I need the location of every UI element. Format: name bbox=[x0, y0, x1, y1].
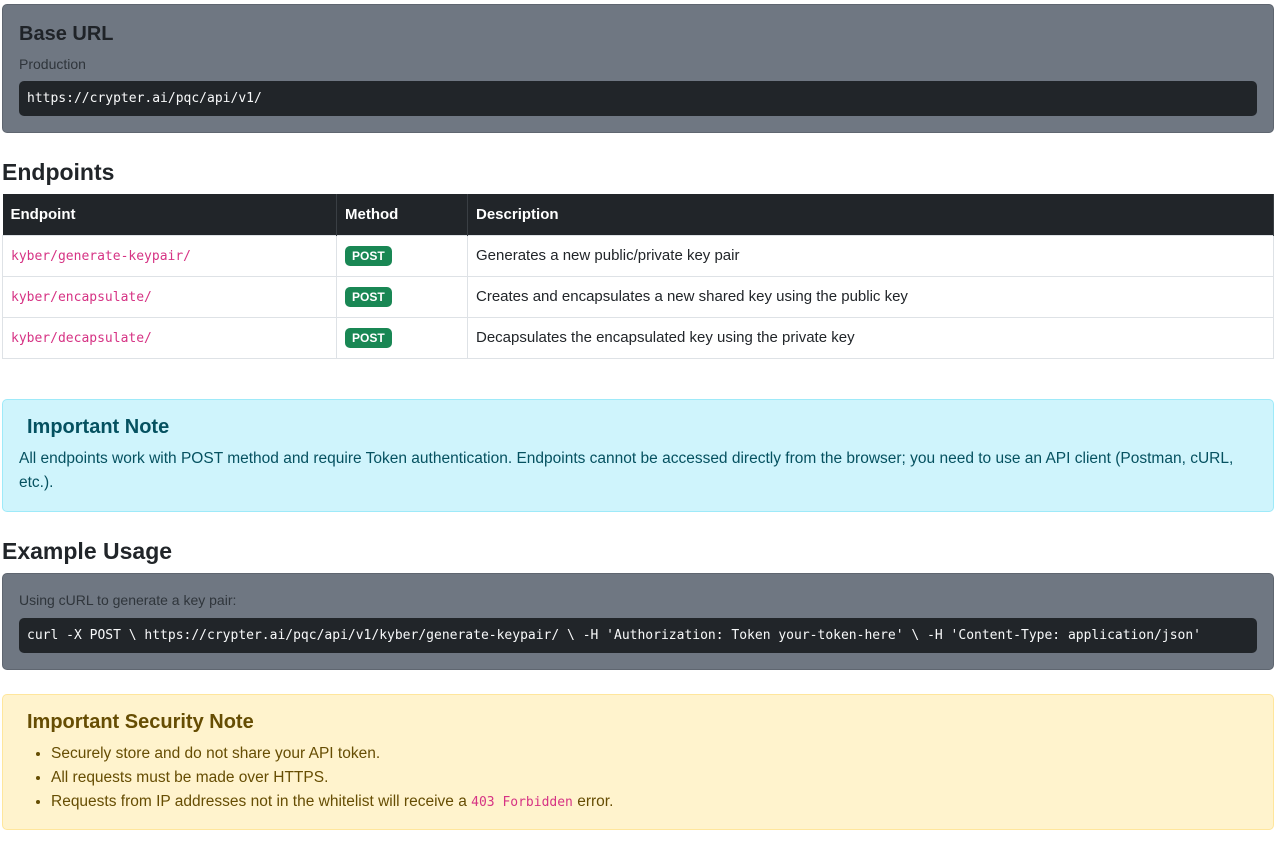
column-header-method: Method bbox=[336, 194, 468, 235]
column-header-description: Description bbox=[467, 194, 1274, 235]
description-cell: Generates a new public/private key pair bbox=[467, 234, 1274, 277]
method-badge: POST bbox=[345, 245, 392, 266]
base-url-card: Base URL Production https://crypter.ai/p… bbox=[2, 4, 1274, 133]
method-badge: POST bbox=[345, 327, 392, 348]
endpoints-table: Endpoint Method Description kyber/genera… bbox=[2, 194, 1274, 359]
method-cell: POST bbox=[336, 234, 468, 277]
important-note-text: All endpoints work with POST method and … bbox=[19, 449, 1234, 491]
security-list: Securely store and do not share your API… bbox=[19, 742, 1257, 815]
example-usage-heading: Example Usage bbox=[2, 537, 173, 564]
table-row: kyber/decapsulate/ POST Decapsulates the… bbox=[2, 316, 1274, 359]
endpoint-path: kyber/generate-keypair/ bbox=[11, 249, 192, 264]
description-cell: Decapsulates the encapsulated key using … bbox=[467, 316, 1274, 359]
ip-item-prefix: Requests from IP addresses not in the wh… bbox=[51, 792, 467, 810]
description-cell: Creates and encapsulates a new shared ke… bbox=[467, 275, 1274, 318]
forbidden-code: 403 Forbidden bbox=[471, 794, 573, 810]
ip-item-suffix: error. bbox=[577, 792, 614, 810]
important-note-title: Important Note bbox=[27, 415, 170, 438]
environment-label: Production bbox=[19, 56, 86, 72]
endpoints-heading: Endpoints bbox=[2, 159, 115, 185]
endpoint-path: kyber/decapsulate/ bbox=[11, 331, 152, 346]
security-note-title: Important Security Note bbox=[27, 710, 254, 733]
list-item: All requests must be made over HTTPS. bbox=[51, 766, 1257, 790]
example-caption: Using cURL to generate a key pair: bbox=[19, 591, 237, 608]
column-header-endpoint: Endpoint bbox=[2, 194, 337, 235]
list-item: Securely store and do not share your API… bbox=[51, 742, 1257, 766]
endpoint-cell: kyber/encapsulate/ bbox=[2, 275, 337, 318]
endpoint-cell: kyber/generate-keypair/ bbox=[2, 234, 337, 277]
method-badge: POST bbox=[345, 286, 392, 307]
method-cell: POST bbox=[336, 275, 468, 318]
important-note-alert: Important Note All endpoints work with P… bbox=[2, 398, 1274, 512]
curl-example-code[interactable]: curl -X POST \ https://crypter.ai/pqc/ap… bbox=[19, 617, 1257, 653]
example-usage-card: Using cURL to generate a key pair: curl … bbox=[2, 572, 1274, 670]
endpoint-path: kyber/encapsulate/ bbox=[11, 290, 152, 305]
table-row: kyber/encapsulate/ POST Creates and enca… bbox=[2, 275, 1274, 318]
list-item: Requests from IP addresses not in the wh… bbox=[51, 790, 1257, 815]
base-url-code[interactable]: https://crypter.ai/pqc/api/v1/ bbox=[19, 81, 1257, 116]
endpoint-cell: kyber/decapsulate/ bbox=[2, 316, 337, 359]
page: Base URL Production https://crypter.ai/p… bbox=[0, 0, 1276, 830]
table-row: kyber/generate-keypair/ POST Generates a… bbox=[2, 234, 1274, 277]
method-cell: POST bbox=[336, 316, 468, 359]
table-header-row: Endpoint Method Description bbox=[2, 194, 1274, 235]
base-url-title: Base URL bbox=[19, 23, 114, 45]
security-note-alert: Important Security Note Securely store a… bbox=[2, 693, 1274, 830]
